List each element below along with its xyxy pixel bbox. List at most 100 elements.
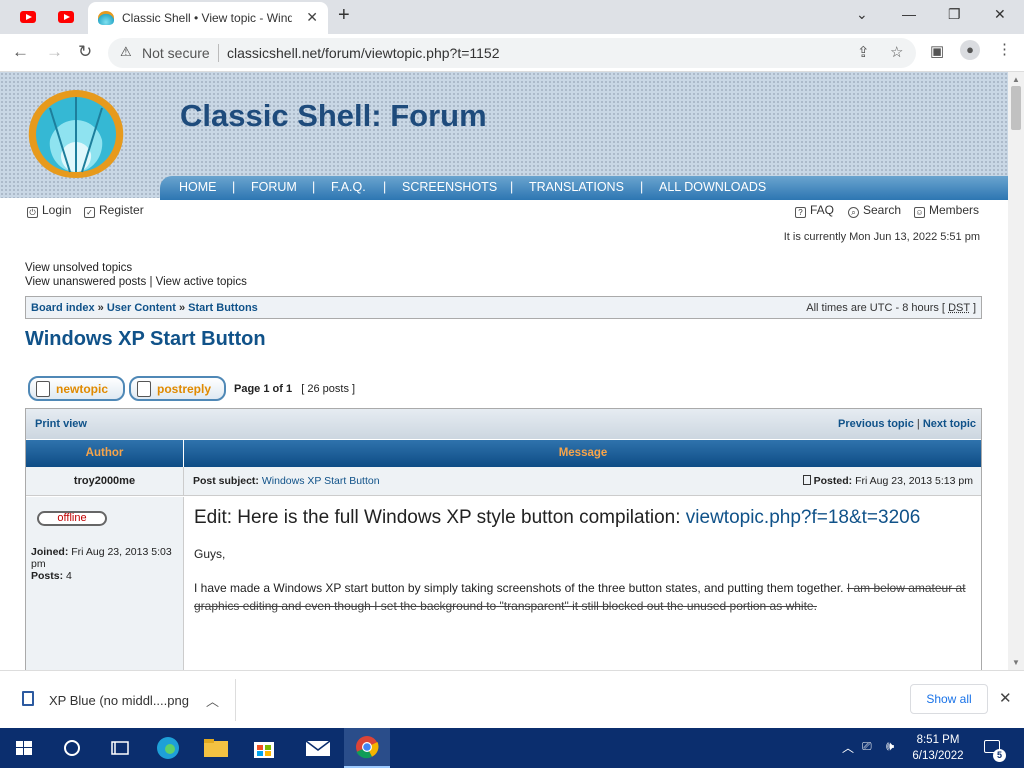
start-button[interactable] — [0, 728, 48, 768]
post-author[interactable]: troy2000me — [26, 467, 184, 496]
breadcrumb: Board index » User Content » Start Butto… — [25, 296, 982, 319]
download-filename[interactable]: XP Blue (no middl....png — [49, 693, 189, 708]
folder-icon — [192, 728, 240, 768]
nav-separator: | — [640, 180, 643, 194]
network-icon[interactable]: ⎚ — [862, 739, 872, 754]
url-text[interactable]: classicshell.net/forum/viewtopic.php?t=1… — [227, 45, 500, 61]
task-view-button[interactable] — [96, 728, 144, 768]
minimize-button[interactable]: — — [902, 6, 916, 22]
nav-forum[interactable]: FORUM — [251, 180, 297, 194]
store-taskbar-button[interactable] — [240, 728, 288, 768]
breadcrumb-trail: Board index » User Content » Start Butto… — [31, 302, 258, 314]
main-nav-bar: HOME | FORUM | F.A.Q. | SCREENSHOTS | TR… — [160, 176, 1008, 200]
omnibox-divider — [218, 44, 219, 62]
compilation-link[interactable]: viewtopic.php?f=18&t=3206 — [686, 507, 921, 528]
download-divider — [235, 679, 236, 721]
post-subject-link[interactable]: Windows XP Start Button — [262, 475, 380, 487]
nav-separator: | — [383, 180, 386, 194]
new-topic-label: newtopic — [56, 382, 108, 396]
back-arrow-icon[interactable]: ← — [12, 42, 29, 62]
edge-taskbar-button[interactable] — [144, 728, 192, 768]
menu-kebab-icon[interactable]: ⋮ — [997, 40, 1012, 58]
breadcrumb-user-content[interactable]: User Content — [107, 302, 176, 314]
author-profile: offline Joined: Fri Aug 23, 2013 5:03 pm… — [26, 497, 184, 670]
tab-search-icon[interactable]: ⌄ — [856, 6, 868, 23]
scroll-up-arrow-icon[interactable]: ▲ — [1012, 75, 1020, 84]
next-topic-link[interactable]: Next topic — [923, 418, 976, 430]
post-heading-text: Edit: Here is the full Windows XP style … — [194, 507, 681, 528]
topic-nav: Previous topic | Next topic — [838, 418, 976, 430]
login-link[interactable]: ⏻ Login — [27, 203, 71, 218]
chevron-up-icon[interactable]: ︿ — [206, 691, 219, 710]
post-count: [ 26 posts ] — [301, 383, 355, 395]
view-unsolved-link[interactable]: View unsolved topics — [25, 262, 132, 274]
breadcrumb-board-index[interactable]: Board index — [31, 302, 95, 314]
topic-nav-separator: | — [917, 418, 920, 430]
chrome-taskbar-button[interactable] — [344, 728, 390, 768]
file-explorer-button[interactable] — [192, 728, 240, 768]
download-bar: XP Blue (no middl....png ︿ Show all ✕ — [0, 670, 1024, 728]
tab-title: Classic Shell • View topic - Windows XP … — [122, 11, 292, 25]
scrollbar-thumb[interactable] — [1011, 86, 1021, 130]
search-link[interactable]: ⌕ Search — [848, 203, 901, 218]
author-details: Joined: Fri Aug 23, 2013 5:03 pm Posts: … — [31, 546, 181, 582]
mail-taskbar-button[interactable] — [294, 728, 342, 768]
nav-translations[interactable]: TRANSLATIONS — [529, 180, 624, 194]
active-tab[interactable]: Classic Shell • View topic - Windows XP … — [88, 2, 328, 34]
side-panel-icon[interactable]: ▣ — [930, 42, 944, 60]
new-topic-button[interactable]: newtopic — [28, 376, 125, 401]
close-download-bar-icon[interactable]: ✕ — [999, 689, 1012, 707]
nav-separator: | — [510, 180, 513, 194]
post-greeting: Guys, — [194, 545, 974, 563]
share-icon[interactable]: ⇪ — [857, 43, 870, 61]
show-hidden-icons-chevron-icon[interactable]: ︿ — [842, 739, 854, 756]
timezone-bracket: ] — [973, 302, 976, 314]
warning-triangle-icon[interactable]: ⚠ — [120, 44, 132, 60]
login-label: Login — [42, 203, 71, 217]
maximize-button[interactable]: ❐ — [948, 6, 961, 23]
volume-icon[interactable]: 🕪 — [886, 738, 894, 754]
taskbar-clock[interactable]: 8:51 PM 6/13/2022 — [908, 732, 968, 764]
current-time: It is currently Mon Jun 13, 2022 5:51 pm — [784, 231, 980, 243]
scroll-down-arrow-icon[interactable]: ▼ — [1012, 658, 1020, 667]
post-icon[interactable] — [803, 475, 811, 485]
post-subject: Post subject: Windows XP Start Button — [193, 475, 380, 487]
forum-header: Classic Shell: Forum HOME | FORUM | F.A.… — [0, 72, 1008, 198]
mail-icon — [294, 728, 342, 768]
post-paragraph: I have made a Windows XP start button by… — [194, 579, 974, 615]
close-tab-icon[interactable]: ✕ — [306, 9, 318, 26]
view-active-link[interactable]: View active topics — [156, 276, 247, 288]
new-tab-button[interactable]: + — [338, 4, 350, 27]
clock-time: 8:51 PM — [908, 732, 968, 748]
close-window-button[interactable]: ✕ — [994, 6, 1006, 23]
pinned-tab-youtube-2[interactable] — [56, 8, 76, 26]
classic-shell-logo — [20, 86, 132, 184]
not-secure-label[interactable]: Not secure — [142, 45, 210, 61]
bookmark-star-icon[interactable]: ☆ — [890, 43, 903, 61]
pinned-tab-youtube-1[interactable] — [18, 8, 38, 26]
post-reply-label: postreply — [157, 382, 211, 396]
topic-title[interactable]: Windows XP Start Button — [25, 328, 266, 351]
nav-faq[interactable]: F.A.Q. — [331, 180, 366, 194]
forward-arrow-icon[interactable]: → — [46, 42, 63, 62]
print-view-link[interactable]: Print view — [35, 418, 87, 430]
members-link[interactable]: ☺ Members — [914, 203, 979, 218]
profile-avatar-icon[interactable]: ● — [960, 40, 980, 60]
show-all-button[interactable]: Show all — [910, 684, 988, 714]
search-taskbar-button[interactable] — [48, 728, 96, 768]
register-link[interactable]: ✓ Register — [84, 203, 144, 218]
reload-icon[interactable]: ↻ — [78, 42, 92, 62]
faq-link[interactable]: ? FAQ — [795, 203, 834, 218]
breadcrumb-start-buttons[interactable]: Start Buttons — [188, 302, 258, 314]
posted-date: Fri Aug 23, 2013 5:13 pm — [855, 475, 973, 487]
previous-topic-link[interactable]: Previous topic — [838, 418, 914, 430]
nav-home[interactable]: HOME — [179, 180, 217, 194]
nav-screenshots[interactable]: SCREENSHOTS — [402, 180, 497, 194]
posted-label: Posted: — [814, 475, 853, 487]
omnibox[interactable]: ⚠ Not secure classicshell.net/forum/view… — [108, 38, 916, 68]
dst-label: DST — [948, 302, 970, 314]
view-unanswered-link[interactable]: View unanswered posts — [25, 276, 146, 288]
page-scrollbar[interactable]: ▲ ▼ — [1008, 72, 1024, 670]
nav-all-downloads[interactable]: ALL DOWNLOADS — [659, 180, 766, 194]
post-reply-button[interactable]: postreply — [129, 376, 226, 401]
